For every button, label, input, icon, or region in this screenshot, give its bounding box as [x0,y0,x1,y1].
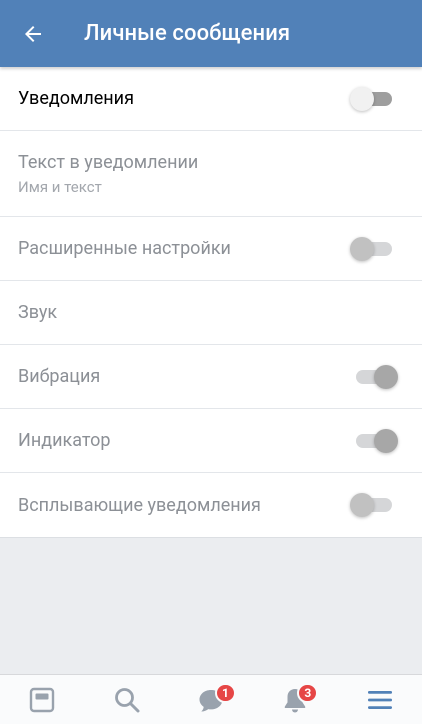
back-button[interactable] [0,0,66,67]
setting-sound[interactable]: Звук [0,281,422,345]
news-icon [29,687,55,712]
setting-label: Индикатор [18,430,111,451]
setting-popup[interactable]: Всплывающие уведомления [0,473,422,537]
nav-menu[interactable] [350,675,410,724]
indicator-toggle[interactable] [356,428,398,453]
notifications-toggle[interactable] [350,86,392,111]
setting-vibration[interactable]: Вибрация [0,345,422,409]
setting-label: Вибрация [18,366,101,387]
setting-label: Уведомления [18,88,134,109]
setting-indicator[interactable]: Индикатор [0,409,422,473]
bottom-navigation: 1 3 [0,674,422,724]
setting-label: Текст в уведомлении [18,151,199,173]
setting-notification-text[interactable]: Текст в уведомлении Имя и текст [0,131,422,217]
popup-toggle[interactable] [350,493,392,517]
advanced-toggle[interactable] [350,236,392,261]
screen: Личные сообщения Уведомления Текст в уве… [0,0,422,724]
search-icon [114,687,140,712]
setting-advanced[interactable]: Расширенные настройки [0,217,422,281]
settings-list: Уведомления Текст в уведомлении Имя и те… [0,67,422,538]
toggle-knob [350,236,374,261]
setting-label: Всплывающие уведомления [18,494,261,516]
toggle-knob [374,364,398,389]
arrow-left-icon [25,25,41,42]
toggle-knob [350,493,374,517]
setting-notifications[interactable]: Уведомления [0,67,422,131]
notifications-badge: 3 [297,682,319,703]
app-header: Личные сообщения [0,0,422,67]
toggle-knob [374,428,398,453]
toggle-knob [350,86,374,111]
messages-badge: 1 [214,682,236,703]
setting-label: Звук [18,302,58,323]
nav-messages[interactable]: 1 [181,675,241,724]
nav-notifications[interactable]: 3 [265,675,325,724]
page-title: Личные сообщения [84,21,291,46]
setting-label: Расширенные настройки [18,238,231,259]
nav-search[interactable] [97,675,157,724]
vibration-toggle[interactable] [356,364,398,389]
nav-news[interactable] [12,675,72,724]
menu-icon [367,690,392,709]
setting-sublabel: Имя и текст [18,177,102,196]
